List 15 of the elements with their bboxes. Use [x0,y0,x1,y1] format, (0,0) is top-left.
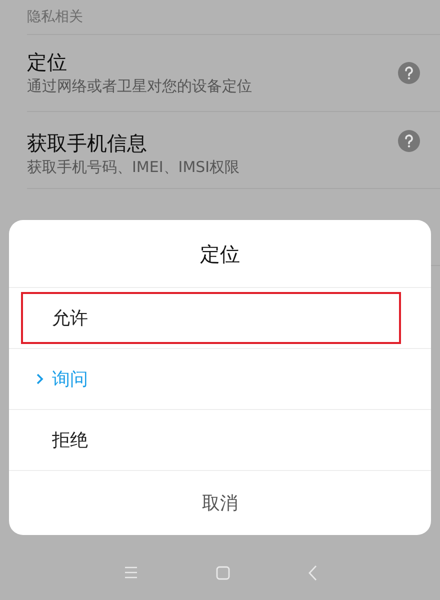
setting-title: 获取手机信息 [27,130,148,156]
setting-description: 通过网络或者卫星对您的设备定位 [27,76,253,97]
setting-description: 获取手机号码、IMEI、IMSI权限 [27,157,241,178]
menu-icon[interactable] [124,566,138,579]
option-item[interactable]: 允许 [22,293,400,343]
dialog-title: 定位 [200,240,240,268]
help-icon[interactable] [398,130,420,152]
setting-title: 定位 [27,49,68,75]
chevron-icon [36,373,44,385]
cancel-button[interactable]: 取消 [186,482,254,524]
help-icon[interactable] [398,62,420,84]
section-header: 隐私相关 [27,8,83,26]
home-icon[interactable] [216,566,230,580]
option-item[interactable]: 拒绝 [22,415,400,465]
back-icon[interactable] [308,564,316,580]
